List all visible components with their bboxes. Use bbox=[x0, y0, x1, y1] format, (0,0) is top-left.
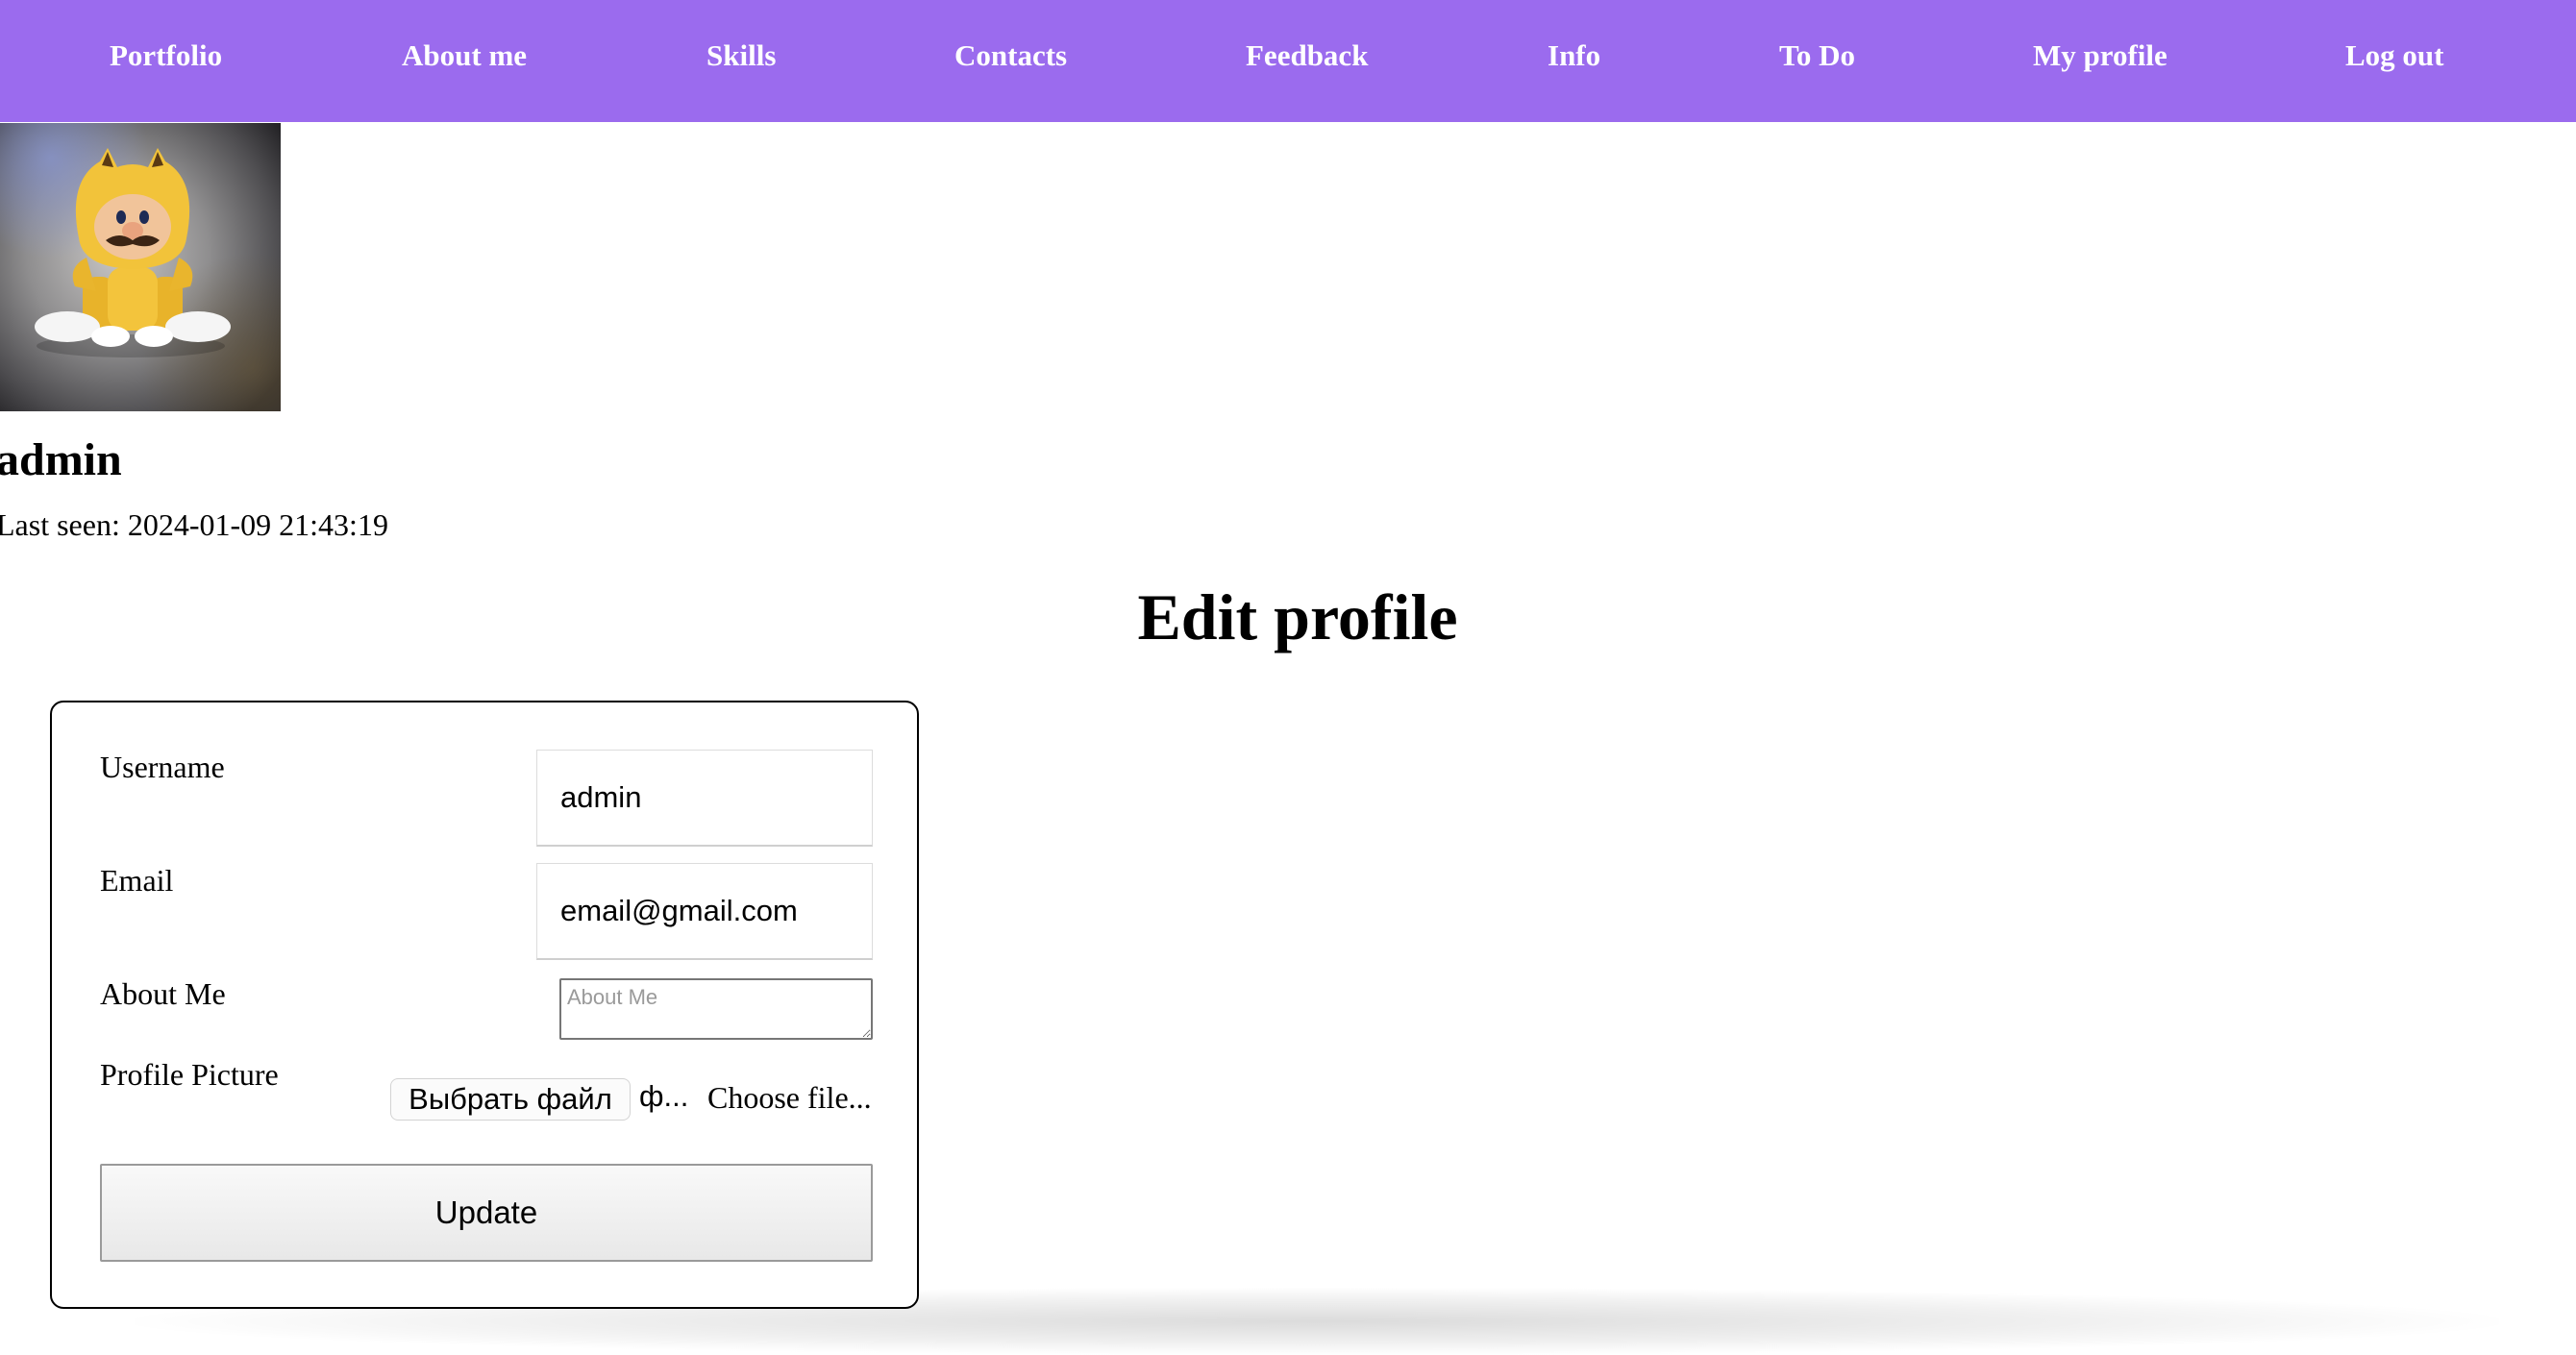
profile-username: admin bbox=[0, 434, 122, 485]
nav-log-out-link[interactable]: Log out bbox=[2345, 0, 2444, 111]
about-me-label: About Me bbox=[100, 976, 226, 1011]
nav-about-me-link[interactable]: About me bbox=[402, 0, 527, 111]
profile-picture-label: Profile Picture bbox=[100, 1057, 279, 1092]
page-title: Edit profile bbox=[1137, 580, 1458, 653]
username-label: Username bbox=[100, 750, 225, 784]
nav-portfolio-link[interactable]: Portfolio bbox=[110, 0, 222, 111]
nav-skills-link[interactable]: Skills bbox=[706, 0, 776, 111]
nav-feedback-link[interactable]: Feedback bbox=[1246, 0, 1368, 111]
choose-file-button[interactable]: Выбрать файл bbox=[390, 1078, 631, 1121]
nav-todo-link[interactable]: To Do bbox=[1779, 0, 1855, 111]
avatar bbox=[0, 123, 281, 411]
nav-contacts-link[interactable]: Contacts bbox=[954, 0, 1067, 111]
top-navbar: Portfolio About me Skills Contacts Feedb… bbox=[0, 0, 2576, 122]
selected-file-name: ф... bbox=[639, 1079, 689, 1113]
choose-file-hint: Choose file... bbox=[707, 1080, 872, 1115]
about-me-textarea[interactable] bbox=[559, 978, 873, 1040]
email-label: Email bbox=[100, 863, 174, 898]
nav-info-link[interactable]: Info bbox=[1548, 0, 1600, 111]
username-input[interactable] bbox=[536, 750, 873, 847]
edit-profile-form: Username Email About Me Profile Picture … bbox=[50, 701, 919, 1309]
nav-my-profile-link[interactable]: My profile bbox=[2033, 0, 2167, 111]
avatar-image bbox=[0, 123, 281, 411]
update-button[interactable]: Update bbox=[100, 1164, 873, 1262]
email-input[interactable] bbox=[536, 863, 873, 960]
last-seen-text: Last seen: 2024-01-09 21:43:19 bbox=[0, 507, 388, 542]
